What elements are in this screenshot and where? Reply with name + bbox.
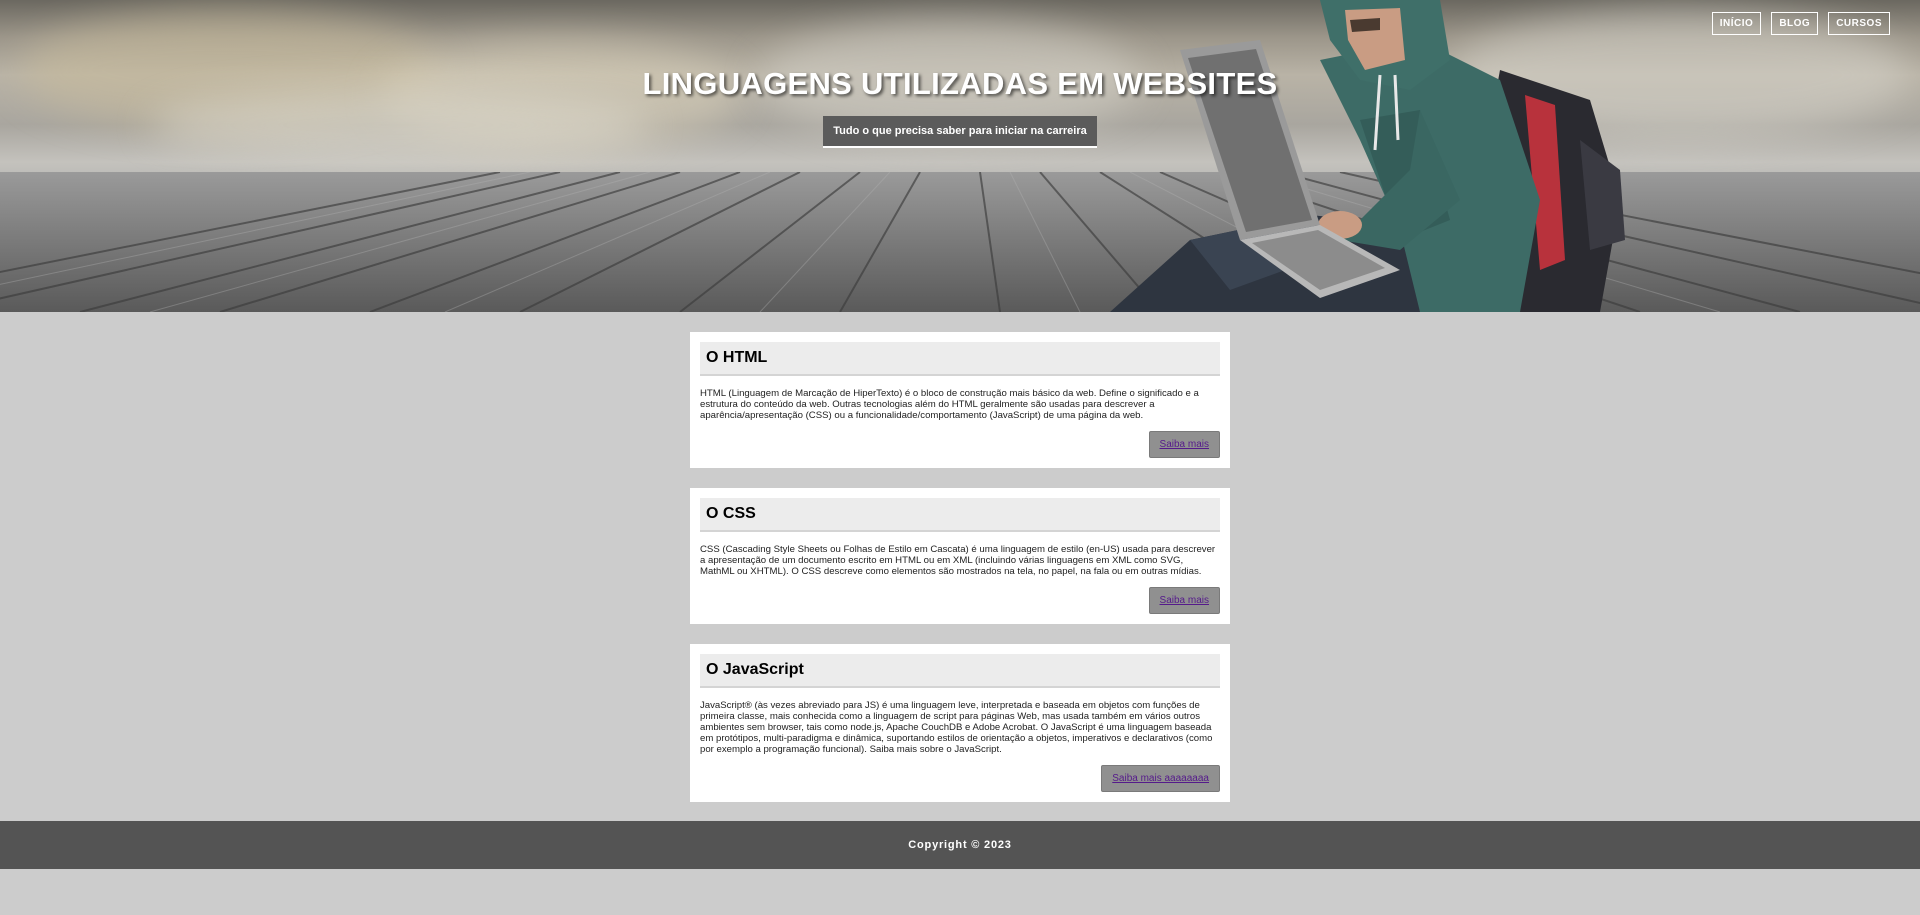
- saiba-mais-button[interactable]: Saiba mais aaaaaaaa: [1101, 765, 1220, 792]
- card-title: O JavaScript: [700, 654, 1220, 688]
- hero-subtitle-wrapper: Tudo o que precisa saber para iniciar na…: [0, 116, 1920, 148]
- card-javascript: O JavaScript JavaScript® (às vezes abrev…: [690, 644, 1230, 802]
- copyright-text: Copyright © 2023: [908, 839, 1012, 851]
- card-actions: Saiba mais: [700, 431, 1220, 458]
- card-title: O CSS: [700, 498, 1220, 532]
- card-html: O HTML HTML (Linguagem de Marcação de Hi…: [690, 332, 1230, 468]
- card-title: O HTML: [700, 342, 1220, 376]
- card-actions: Saiba mais: [700, 587, 1220, 614]
- hero-subtitle: Tudo o que precisa saber para iniciar na…: [823, 116, 1097, 148]
- saiba-mais-button[interactable]: Saiba mais: [1148, 431, 1220, 458]
- page-footer: Copyright © 2023: [0, 821, 1920, 869]
- main-content: O HTML HTML (Linguagem de Marcação de Hi…: [690, 332, 1230, 802]
- page-title: LINGUAGENS UTILIZADAS EM WEBSITES: [642, 66, 1278, 101]
- card-text: CSS (Cascading Style Sheets ou Folhas de…: [700, 544, 1216, 577]
- nav-item-inicio[interactable]: INÍCIO: [1711, 12, 1762, 35]
- saiba-mais-button[interactable]: Saiba mais: [1148, 587, 1220, 614]
- top-nav: INÍCIO BLOG CURSOS: [1711, 12, 1890, 35]
- nav-item-blog[interactable]: BLOG: [1771, 12, 1819, 35]
- card-text: JavaScript® (às vezes abreviado para JS)…: [700, 700, 1213, 755]
- card-css: O CSS CSS (Cascading Style Sheets ou Fol…: [690, 488, 1230, 624]
- nav-item-cursos[interactable]: CURSOS: [1828, 12, 1890, 35]
- card-actions: Saiba mais aaaaaaaa: [700, 765, 1220, 792]
- person-with-laptop-image: [1110, 0, 1625, 312]
- card-text: HTML (Linguagem de Marcação de HiperText…: [700, 388, 1199, 421]
- hero-banner: INÍCIO BLOG CURSOS LINGUAGENS UTILIZADAS…: [0, 0, 1920, 312]
